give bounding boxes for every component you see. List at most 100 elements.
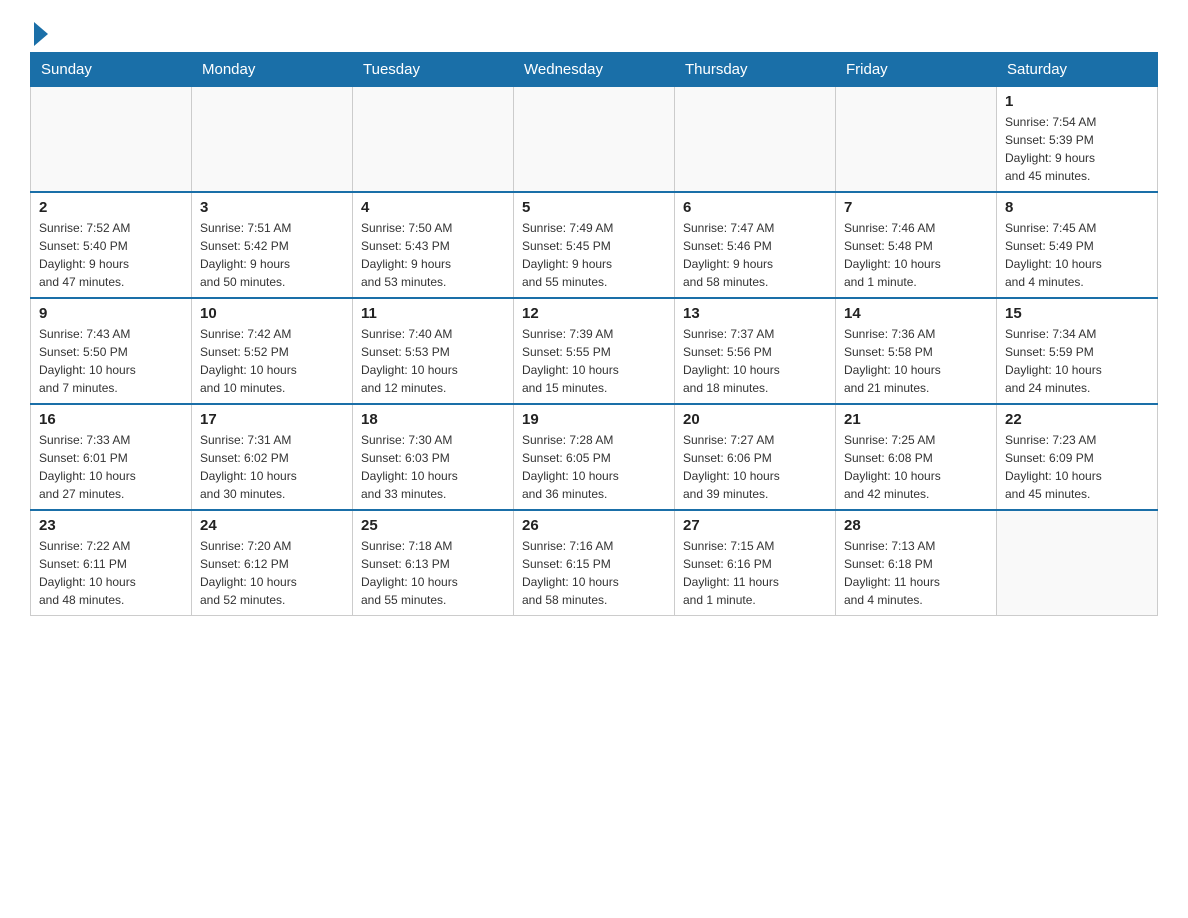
day-info: Sunrise: 7:16 AM Sunset: 6:15 PM Dayligh… xyxy=(522,537,666,609)
day-number: 25 xyxy=(361,517,505,534)
calendar-cell: 14 Sunrise: 7:36 AM Sunset: 5:58 PM Dayli… xyxy=(836,298,997,404)
day-info: Sunrise: 7:23 AM Sunset: 6:09 PM Dayligh… xyxy=(1005,431,1149,503)
day-info: Sunrise: 7:40 AM Sunset: 5:53 PM Dayligh… xyxy=(361,325,505,397)
day-header-saturday: Saturday xyxy=(997,53,1158,87)
calendar-cell: 22 Sunrise: 7:23 AM Sunset: 6:09 PM Dayli… xyxy=(997,404,1158,510)
calendar-cell: 7 Sunrise: 7:46 AM Sunset: 5:48 PM Daylig… xyxy=(836,192,997,298)
day-info: Sunrise: 7:18 AM Sunset: 6:13 PM Dayligh… xyxy=(361,537,505,609)
day-number: 27 xyxy=(683,517,827,534)
calendar-cell: 4 Sunrise: 7:50 AM Sunset: 5:43 PM Daylig… xyxy=(353,192,514,298)
calendar-cell: 1 Sunrise: 7:54 AM Sunset: 5:39 PM Daylig… xyxy=(997,87,1158,193)
day-number: 8 xyxy=(1005,199,1149,216)
day-header-tuesday: Tuesday xyxy=(353,53,514,87)
day-header-sunday: Sunday xyxy=(31,53,192,87)
calendar-cell: 5Sunrise: 7:49 AM Sunset: 5:45 PM Daylig… xyxy=(514,192,675,298)
day-info: Sunrise: 7:52 AM Sunset: 5:40 PM Dayligh… xyxy=(39,219,183,291)
calendar-cell: 13 Sunrise: 7:37 AM Sunset: 5:56 PM Dayli… xyxy=(675,298,836,404)
day-header-thursday: Thursday xyxy=(675,53,836,87)
day-info: Sunrise: 7:43 AM Sunset: 5:50 PM Dayligh… xyxy=(39,325,183,397)
day-number: 16 xyxy=(39,411,183,428)
calendar-cell xyxy=(997,510,1158,616)
calendar-cell xyxy=(836,87,997,193)
day-info: Sunrise: 7:31 AM Sunset: 6:02 PM Dayligh… xyxy=(200,431,344,503)
calendar-cell: 10 Sunrise: 7:42 AM Sunset: 5:52 PM Dayli… xyxy=(192,298,353,404)
day-header-friday: Friday xyxy=(836,53,997,87)
day-info: Sunrise: 7:39 AM Sunset: 5:55 PM Dayligh… xyxy=(522,325,666,397)
calendar-cell: 12 Sunrise: 7:39 AM Sunset: 5:55 PM Dayli… xyxy=(514,298,675,404)
calendar-cell: 24 Sunrise: 7:20 AM Sunset: 6:12 PM Dayli… xyxy=(192,510,353,616)
day-number: 2 xyxy=(39,199,183,216)
day-info: Sunrise: 7:34 AM Sunset: 5:59 PM Dayligh… xyxy=(1005,325,1149,397)
calendar-cell xyxy=(514,87,675,193)
day-info: Sunrise: 7:36 AM Sunset: 5:58 PM Dayligh… xyxy=(844,325,988,397)
calendar-cell: 26 Sunrise: 7:16 AM Sunset: 6:15 PM Dayli… xyxy=(514,510,675,616)
day-number: 22 xyxy=(1005,411,1149,428)
day-number: 13 xyxy=(683,305,827,322)
calendar-cell xyxy=(31,87,192,193)
day-number: 24 xyxy=(200,517,344,534)
calendar-cell: 9 Sunrise: 7:43 AM Sunset: 5:50 PM Daylig… xyxy=(31,298,192,404)
day-info: Sunrise: 7:51 AM Sunset: 5:42 PM Dayligh… xyxy=(200,219,344,291)
day-number: 18 xyxy=(361,411,505,428)
day-info: Sunrise: 7:37 AM Sunset: 5:56 PM Dayligh… xyxy=(683,325,827,397)
calendar-cell: 8 Sunrise: 7:45 AM Sunset: 5:49 PM Daylig… xyxy=(997,192,1158,298)
day-info: Sunrise: 7:15 AM Sunset: 6:16 PM Dayligh… xyxy=(683,537,827,609)
calendar-cell: 11 Sunrise: 7:40 AM Sunset: 5:53 PM Dayli… xyxy=(353,298,514,404)
day-number: 11 xyxy=(361,305,505,322)
day-number: 12 xyxy=(522,305,666,322)
day-number: 3 xyxy=(200,199,344,216)
calendar-week-row: 9 Sunrise: 7:43 AM Sunset: 5:50 PM Daylig… xyxy=(31,298,1158,404)
calendar-cell: 18 Sunrise: 7:30 AM Sunset: 6:03 PM Dayli… xyxy=(353,404,514,510)
day-info: Sunrise: 7:33 AM Sunset: 6:01 PM Dayligh… xyxy=(39,431,183,503)
calendar-cell: 15Sunrise: 7:34 AM Sunset: 5:59 PM Dayli… xyxy=(997,298,1158,404)
day-number: 10 xyxy=(200,305,344,322)
day-number: 23 xyxy=(39,517,183,534)
day-header-monday: Monday xyxy=(192,53,353,87)
day-number: 7 xyxy=(844,199,988,216)
calendar-cell xyxy=(353,87,514,193)
day-info: Sunrise: 7:54 AM Sunset: 5:39 PM Dayligh… xyxy=(1005,113,1149,185)
day-number: 9 xyxy=(39,305,183,322)
day-info: Sunrise: 7:20 AM Sunset: 6:12 PM Dayligh… xyxy=(200,537,344,609)
day-info: Sunrise: 7:42 AM Sunset: 5:52 PM Dayligh… xyxy=(200,325,344,397)
calendar-cell: 3 Sunrise: 7:51 AM Sunset: 5:42 PM Daylig… xyxy=(192,192,353,298)
day-number: 28 xyxy=(844,517,988,534)
calendar-week-row: 2 Sunrise: 7:52 AM Sunset: 5:40 PM Daylig… xyxy=(31,192,1158,298)
day-info: Sunrise: 7:25 AM Sunset: 6:08 PM Dayligh… xyxy=(844,431,988,503)
calendar-header-row: SundayMondayTuesdayWednesdayThursdayFrid… xyxy=(31,53,1158,87)
day-info: Sunrise: 7:13 AM Sunset: 6:18 PM Dayligh… xyxy=(844,537,988,609)
calendar-cell: 19 Sunrise: 7:28 AM Sunset: 6:05 PM Dayli… xyxy=(514,404,675,510)
day-number: 14 xyxy=(844,305,988,322)
day-info: Sunrise: 7:30 AM Sunset: 6:03 PM Dayligh… xyxy=(361,431,505,503)
day-number: 21 xyxy=(844,411,988,428)
page-header xyxy=(30,20,1158,42)
calendar-cell: 20Sunrise: 7:27 AM Sunset: 6:06 PM Dayli… xyxy=(675,404,836,510)
calendar-week-row: 1 Sunrise: 7:54 AM Sunset: 5:39 PM Daylig… xyxy=(31,87,1158,193)
logo xyxy=(30,20,48,42)
calendar-cell: 27 Sunrise: 7:15 AM Sunset: 6:16 PM Dayli… xyxy=(675,510,836,616)
calendar-week-row: 23 Sunrise: 7:22 AM Sunset: 6:11 PM Dayli… xyxy=(31,510,1158,616)
calendar-cell: 17 Sunrise: 7:31 AM Sunset: 6:02 PM Dayli… xyxy=(192,404,353,510)
calendar-cell: 2 Sunrise: 7:52 AM Sunset: 5:40 PM Daylig… xyxy=(31,192,192,298)
calendar-cell xyxy=(192,87,353,193)
calendar-cell xyxy=(675,87,836,193)
day-number: 26 xyxy=(522,517,666,534)
calendar-week-row: 16 Sunrise: 7:33 AM Sunset: 6:01 PM Dayli… xyxy=(31,404,1158,510)
day-number: 6 xyxy=(683,199,827,216)
day-number: 19 xyxy=(522,411,666,428)
day-info: Sunrise: 7:27 AM Sunset: 6:06 PM Dayligh… xyxy=(683,431,827,503)
day-number: 1 xyxy=(1005,93,1149,110)
calendar-cell: 25 Sunrise: 7:18 AM Sunset: 6:13 PM Dayli… xyxy=(353,510,514,616)
calendar-cell: 23 Sunrise: 7:22 AM Sunset: 6:11 PM Dayli… xyxy=(31,510,192,616)
calendar-cell: 21 Sunrise: 7:25 AM Sunset: 6:08 PM Dayli… xyxy=(836,404,997,510)
calendar-cell: 6 Sunrise: 7:47 AM Sunset: 5:46 PM Daylig… xyxy=(675,192,836,298)
day-info: Sunrise: 7:22 AM Sunset: 6:11 PM Dayligh… xyxy=(39,537,183,609)
day-info: Sunrise: 7:47 AM Sunset: 5:46 PM Dayligh… xyxy=(683,219,827,291)
calendar-cell: 28 Sunrise: 7:13 AM Sunset: 6:18 PM Dayli… xyxy=(836,510,997,616)
day-info: Sunrise: 7:46 AM Sunset: 5:48 PM Dayligh… xyxy=(844,219,988,291)
day-info: Sunrise: 7:28 AM Sunset: 6:05 PM Dayligh… xyxy=(522,431,666,503)
day-info: Sunrise: 7:50 AM Sunset: 5:43 PM Dayligh… xyxy=(361,219,505,291)
day-number: 4 xyxy=(361,199,505,216)
day-number: 17 xyxy=(200,411,344,428)
day-info: Sunrise: 7:45 AM Sunset: 5:49 PM Dayligh… xyxy=(1005,219,1149,291)
